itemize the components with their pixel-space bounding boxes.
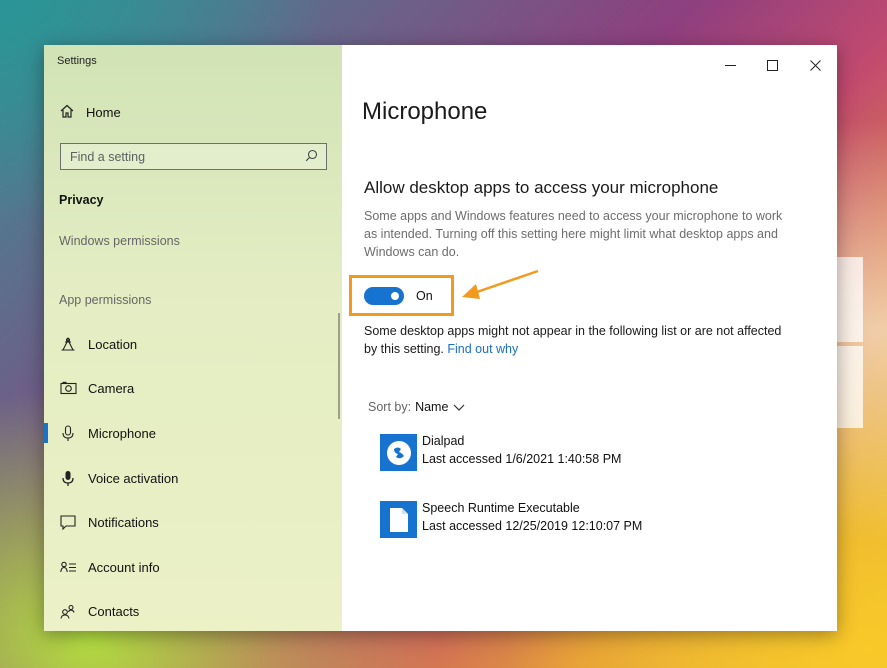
toggle-state-label: On (416, 289, 433, 303)
voice-activation-icon (59, 470, 77, 487)
search-placeholder: Find a setting (70, 149, 146, 164)
sidebar-scrollbar[interactable] (338, 313, 340, 419)
chevron-down-icon (453, 404, 465, 411)
sidebar: Settings Home Find a setting Privacy Win… (44, 45, 342, 631)
section-title: Allow desktop apps to access your microp… (364, 178, 719, 197)
search-input[interactable]: Find a setting (60, 143, 327, 170)
sidebar-item-label: Location (88, 336, 138, 352)
maximize-button[interactable] (750, 51, 794, 79)
toggle-knob (391, 292, 399, 300)
close-button[interactable] (793, 51, 837, 79)
sidebar-item-camera[interactable]: Camera (44, 370, 342, 406)
section-description: Some apps and Windows features need to a… (364, 209, 783, 259)
minimize-button[interactable] (708, 51, 752, 79)
app-title: Settings (57, 55, 97, 67)
app-last-accessed: Last accessed 12/25/2019 12:10:07 PM (422, 519, 643, 533)
account-info-icon (59, 561, 77, 574)
apps-note: Some desktop apps might not appear in th… (364, 322, 794, 358)
sort-dropdown[interactable]: Sort by: Name (368, 400, 466, 414)
desktop-apps-toggle[interactable] (364, 287, 404, 305)
sidebar-item-contacts[interactable]: Contacts (44, 593, 342, 629)
home-nav-item[interactable]: Home (59, 103, 121, 122)
home-label: Home (86, 105, 121, 120)
maximize-icon (766, 59, 778, 71)
apps-note-text: Some desktop apps might not appear in th… (364, 324, 782, 356)
dialpad-icon (380, 434, 417, 471)
app-list-item-speech-runtime[interactable]: Speech Runtime Executable Last accessed … (380, 499, 642, 538)
app-name: Speech Runtime Executable (422, 501, 580, 515)
find-out-why-link[interactable]: Find out why (447, 342, 518, 356)
sort-label: Sort by: (368, 400, 412, 414)
notifications-icon (59, 514, 77, 530)
sidebar-item-label: Contacts (88, 603, 140, 619)
close-icon (809, 59, 821, 71)
search-icon (305, 149, 318, 165)
sidebar-item-label: Voice activation (88, 470, 179, 486)
app-name: Dialpad (422, 434, 465, 448)
sidebar-item-label: Camera (88, 380, 135, 396)
sidebar-item-label: Microphone (88, 425, 156, 441)
sidebar-item-microphone[interactable]: Microphone (44, 415, 342, 451)
sidebar-item-voice-activation[interactable]: Voice activation (44, 460, 342, 496)
windows-permissions-heading: Windows permissions (59, 234, 180, 248)
app-list-item-dialpad[interactable]: Dialpad Last accessed 1/6/2021 1:40:58 P… (380, 432, 621, 471)
minimize-icon (724, 64, 736, 66)
privacy-heading: Privacy (59, 193, 104, 207)
contacts-icon (59, 604, 77, 619)
sidebar-item-location[interactable]: Location (44, 326, 342, 362)
sidebar-item-label: Account info (88, 559, 160, 575)
wallpaper-logo-pane-top (837, 257, 863, 342)
sort-value: Name (415, 400, 449, 414)
app-last-accessed: Last accessed 1/6/2021 1:40:58 PM (422, 452, 622, 466)
app-permissions-heading: App permissions (59, 293, 152, 307)
home-icon (59, 103, 75, 122)
main-content: Microphone Allow desktop apps to access … (342, 45, 837, 631)
settings-window: Settings Home Find a setting Privacy Win… (44, 45, 837, 631)
document-icon (380, 501, 417, 538)
camera-icon (59, 381, 77, 395)
sidebar-item-account-info[interactable]: Account info (44, 549, 342, 585)
microphone-icon (59, 424, 77, 442)
sidebar-item-notifications[interactable]: Notifications (44, 504, 342, 540)
location-icon (59, 336, 77, 352)
page-title: Microphone (362, 98, 488, 125)
sidebar-item-label: Notifications (88, 514, 159, 530)
wallpaper-logo-pane-bottom (837, 346, 863, 428)
highlight-arrow-icon (462, 269, 539, 299)
